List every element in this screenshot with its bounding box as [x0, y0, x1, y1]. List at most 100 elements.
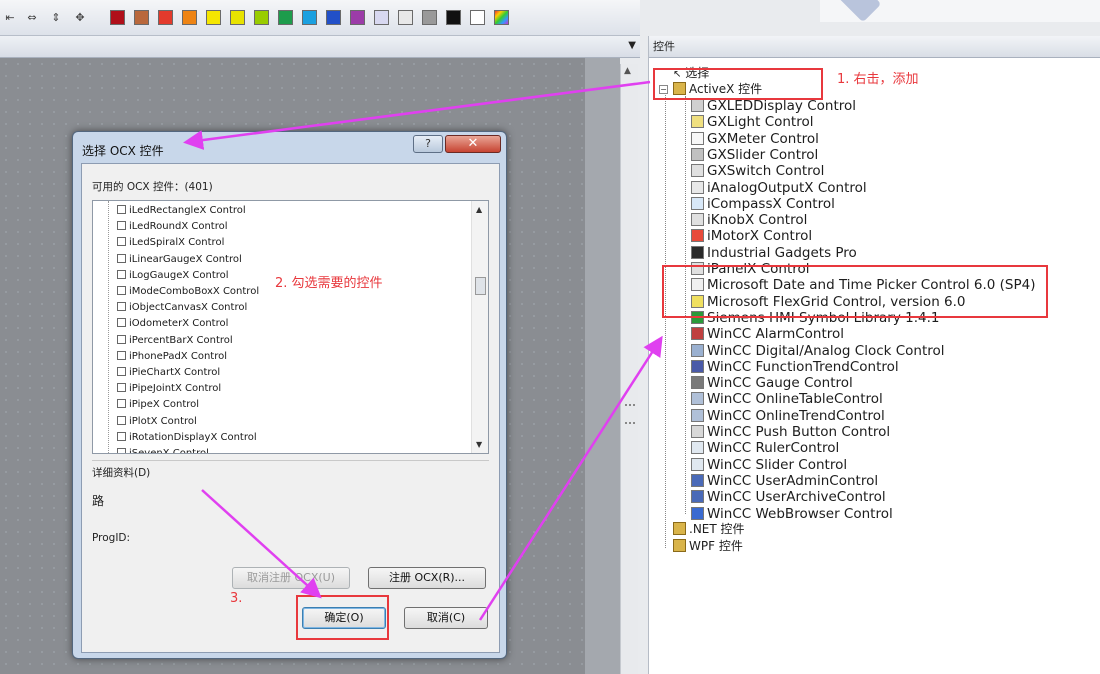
activex-control-item[interactable]: WinCC FunctionTrendControl: [691, 359, 899, 375]
trend-icon: [691, 408, 704, 422]
align-center-icon[interactable]: ⇔: [24, 10, 40, 26]
splitter-grip[interactable]: [625, 404, 635, 424]
color-swatch[interactable]: [374, 10, 389, 25]
checkbox[interactable]: [117, 205, 126, 214]
tree-item-label: .NET 控件: [689, 522, 745, 536]
activex-control-item[interactable]: iKnobX Control: [691, 212, 807, 228]
ocx-list-item[interactable]: iLedSpiralX Control: [117, 235, 224, 250]
scroll-thumb[interactable]: [475, 277, 486, 295]
ocx-listbox[interactable]: iLedRectangleX Control iLedRoundX Control…: [92, 200, 489, 454]
annotation-box-activex: [653, 68, 823, 100]
checkbox[interactable]: [117, 302, 126, 312]
color-swatch[interactable]: [446, 10, 461, 25]
toolbar-dropdown-bar[interactable]: ▼: [0, 36, 640, 58]
activex-control-item[interactable]: GXLEDDisplay Control: [691, 98, 856, 114]
color-swatch[interactable]: [182, 10, 197, 25]
canvas-scrollbar[interactable]: ▲: [620, 64, 638, 674]
checkbox[interactable]: [117, 269, 126, 279]
checkbox[interactable]: [117, 415, 126, 425]
cancel-button[interactable]: 取消(C): [404, 607, 488, 629]
ocx-list-item[interactable]: iLogGaugeX Control: [117, 268, 229, 283]
help-button[interactable]: ?: [413, 135, 443, 153]
activex-control-item[interactable]: WinCC AlarmControl: [691, 326, 844, 342]
align-vertical-icon[interactable]: ⇕: [48, 10, 64, 26]
activex-control-item[interactable]: Industrial Gadgets Pro: [691, 245, 857, 261]
ocx-list-item[interactable]: iPercentBarX Control: [117, 333, 233, 348]
activex-control-item[interactable]: WinCC OnlineTableControl: [691, 391, 883, 407]
activex-control-item[interactable]: iAnalogOutputX Control: [691, 180, 867, 196]
activex-control-item[interactable]: WinCC WebBrowser Control: [691, 506, 893, 522]
activex-control-label: WinCC FunctionTrendControl: [707, 358, 899, 375]
activex-control-item[interactable]: WinCC Digital/Analog Clock Control: [691, 343, 945, 359]
color-swatch[interactable]: [110, 10, 125, 25]
led-display-icon: [691, 99, 704, 112]
activex-control-item[interactable]: WinCC OnlineTrendControl: [691, 408, 885, 424]
activex-control-item[interactable]: WinCC UserArchiveControl: [691, 489, 886, 505]
activex-control-item[interactable]: WinCC Gauge Control: [691, 375, 853, 391]
color-swatch[interactable]: [206, 10, 221, 25]
activex-control-item[interactable]: iCompassX Control: [691, 196, 835, 212]
ocx-list-item[interactable]: iLinearGaugeX Control: [117, 252, 242, 267]
move-icon[interactable]: ✥: [72, 10, 88, 26]
color-swatch[interactable]: [422, 10, 437, 25]
scroll-up-icon[interactable]: ▲: [624, 66, 631, 76]
ocx-list-item[interactable]: iPipeX Control: [117, 397, 199, 412]
ocx-item-label: iOdometerX Control: [129, 318, 229, 330]
checkbox[interactable]: [117, 448, 126, 453]
checkbox[interactable]: [117, 221, 126, 231]
color-swatch[interactable]: [230, 10, 245, 25]
divider: [92, 460, 489, 461]
checkbox[interactable]: [117, 286, 126, 295]
checkbox[interactable]: [117, 399, 126, 409]
align-left-icon[interactable]: ⇤: [2, 10, 18, 26]
checkbox[interactable]: [117, 431, 126, 441]
activex-control-item[interactable]: GXMeter Control: [691, 131, 819, 147]
color-swatch[interactable]: [134, 10, 149, 25]
ocx-list-item[interactable]: iLedRoundX Control: [117, 219, 228, 234]
activex-control-item[interactable]: iMotorX Control: [691, 228, 812, 244]
activex-control-item[interactable]: WinCC UserAdminControl: [691, 473, 878, 489]
activex-control-item[interactable]: WinCC Push Button Control: [691, 424, 890, 440]
checkbox[interactable]: [117, 237, 126, 247]
color-swatch[interactable]: [158, 10, 173, 25]
color-swatch[interactable]: [494, 10, 509, 25]
ocx-list-item[interactable]: iRotationDisplayX Control: [117, 430, 257, 445]
register-ocx-button[interactable]: 注册 OCX(R)...: [368, 567, 486, 589]
ocx-list-item[interactable]: iLedRectangleX Control: [117, 203, 246, 218]
color-swatch[interactable]: [350, 10, 365, 25]
checkbox[interactable]: [117, 350, 126, 360]
scroll-up-icon[interactable]: ▲: [476, 205, 482, 214]
activex-control-item[interactable]: WinCC RulerControl: [691, 440, 839, 456]
tree-item-net[interactable]: .NET 控件: [673, 521, 745, 537]
ocx-list-item[interactable]: iOdometerX Control: [117, 316, 228, 331]
activex-control-item[interactable]: GXSlider Control: [691, 147, 818, 163]
unregister-ocx-button[interactable]: 取消注册 OCX(U): [232, 567, 350, 589]
color-swatch[interactable]: [254, 10, 269, 25]
list-scrollbar[interactable]: ▲ ▼: [471, 201, 488, 453]
color-swatch[interactable]: [302, 10, 317, 25]
ocx-item-label: iPhonePadX Control: [129, 350, 227, 362]
color-swatch[interactable]: [278, 10, 293, 25]
ocx-list-item[interactable]: iSevenX Control: [117, 446, 209, 453]
ocx-list-item[interactable]: iModeComboBoxX Control: [117, 284, 259, 299]
ocx-list-item[interactable]: iPipeJointX Control: [117, 381, 221, 396]
color-swatch[interactable]: [326, 10, 341, 25]
dropdown-arrow-icon[interactable]: ▼: [628, 40, 636, 51]
activex-control-item[interactable]: WinCC Slider Control: [691, 457, 847, 473]
color-swatch[interactable]: [398, 10, 413, 25]
close-button[interactable]: ✕: [445, 135, 501, 153]
scroll-down-icon[interactable]: ▼: [476, 440, 482, 449]
activex-control-item[interactable]: GXLight Control: [691, 114, 814, 130]
ocx-list-item[interactable]: iPieChartX Control: [117, 365, 220, 380]
checkbox[interactable]: [117, 253, 126, 263]
color-swatch[interactable]: [470, 10, 485, 25]
ocx-list-item[interactable]: iObjectCanvasX Control: [117, 300, 247, 315]
ocx-list-item[interactable]: iPlotX Control: [117, 414, 197, 429]
ocx-list-item[interactable]: iPhonePadX Control: [117, 349, 227, 364]
checkbox[interactable]: [117, 318, 126, 328]
checkbox[interactable]: [117, 334, 126, 344]
activex-control-item[interactable]: GXSwitch Control: [691, 163, 824, 179]
tree-item-wpf[interactable]: WPF 控件: [673, 538, 743, 554]
checkbox[interactable]: [117, 367, 126, 376]
checkbox[interactable]: [117, 383, 126, 393]
